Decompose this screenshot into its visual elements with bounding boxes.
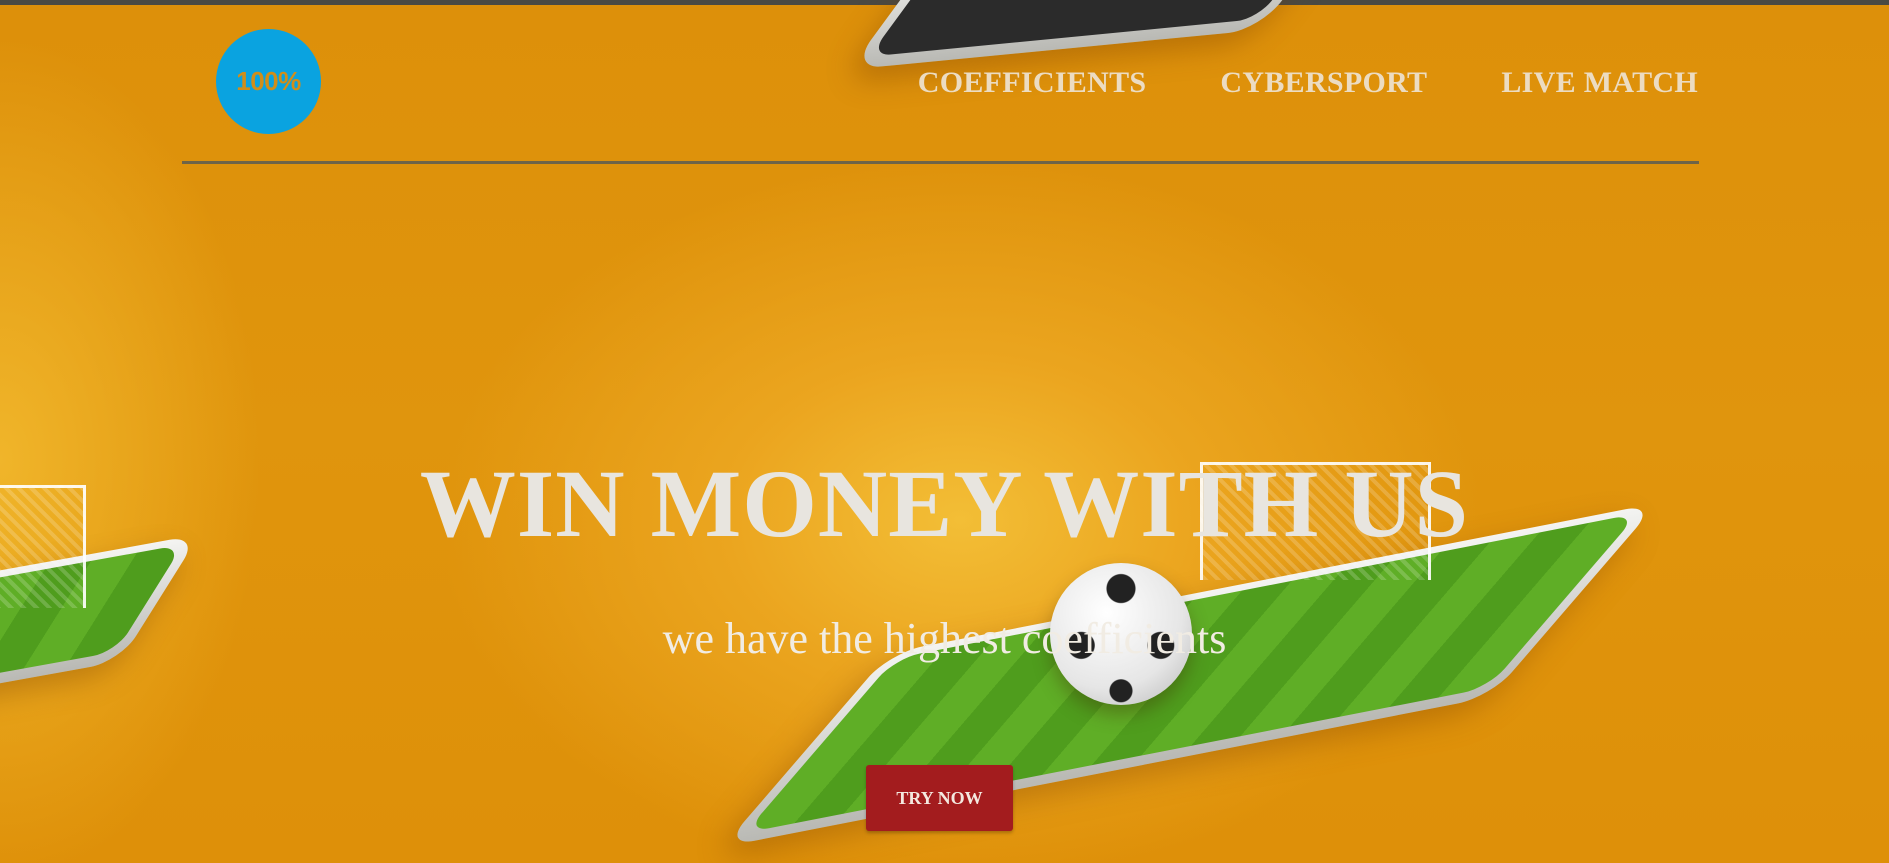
logo[interactable]: 100% bbox=[216, 29, 321, 134]
nav-cybersport[interactable]: CYBERSPORT bbox=[1220, 66, 1427, 100]
hero-title: WIN MONEY WITH US bbox=[419, 450, 1470, 557]
landing-page: 100% COEFFICIENTS CYBERSPORT LIVE MATCH … bbox=[0, 0, 1889, 863]
smartphone-image-top bbox=[849, 0, 1341, 70]
main-nav: COEFFICIENTS CYBERSPORT LIVE MATCH bbox=[918, 66, 1698, 100]
try-now-button[interactable]: TRY NOW bbox=[866, 765, 1013, 831]
nav-live-match[interactable]: LIVE MATCH bbox=[1501, 66, 1698, 100]
hero-subtitle: we have the highest coefficients bbox=[662, 614, 1227, 663]
header-divider bbox=[182, 161, 1699, 164]
nav-coefficients[interactable]: COEFFICIENTS bbox=[918, 66, 1147, 100]
